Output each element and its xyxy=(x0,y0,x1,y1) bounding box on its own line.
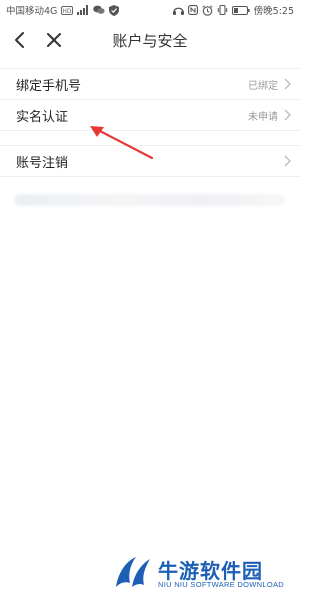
battery-icon xyxy=(231,5,250,15)
hd-label: HD xyxy=(63,8,73,15)
status-left: 中国移动4G HD xyxy=(6,3,120,17)
settings-row-label: 账号注销 xyxy=(16,155,69,171)
signal-icon xyxy=(77,5,89,15)
vibrate-icon xyxy=(217,5,228,15)
page-title: 账户与安全 xyxy=(112,31,188,50)
chevron-right-icon xyxy=(284,78,291,90)
settings-row-status: 未申请 xyxy=(248,111,278,123)
hd-icon: HD xyxy=(61,5,74,15)
shield-icon xyxy=(109,4,120,16)
settings-row-bind-phone[interactable]: 绑定手机号 已绑定 xyxy=(0,68,300,99)
alarm-icon xyxy=(202,4,213,16)
annotation-arrow-icon xyxy=(90,126,154,160)
headset-icon xyxy=(172,5,184,15)
watermark-subtitle: NIU NIU SOFTWARE DOWNLOAD xyxy=(158,580,284,589)
settings-row-label: 绑定手机号 xyxy=(16,78,82,94)
nav-header: 账户与安全 xyxy=(0,20,300,60)
settings-row-label: 实名认证 xyxy=(16,109,69,125)
status-time: 傍晚5:25 xyxy=(253,6,294,17)
watermark-logo-icon xyxy=(116,557,150,587)
close-icon[interactable] xyxy=(44,30,64,50)
chevron-right-icon xyxy=(284,109,291,121)
chevron-left-icon[interactable] xyxy=(10,30,30,50)
status-bar: 中国移动4G HD 傍晚5:25 xyxy=(0,0,300,20)
carrier-label: 中国移动4G xyxy=(6,6,58,17)
nfc-icon xyxy=(187,5,198,15)
blurred-text-placeholder xyxy=(14,194,286,206)
settings-row-status: 已绑定 xyxy=(248,80,278,92)
watermark: 牛游软件园 NIU NIU SOFTWARE DOWNLOAD xyxy=(112,553,294,597)
chevron-right-icon xyxy=(284,155,291,167)
wechat-icon xyxy=(93,5,106,15)
status-right: 傍晚5:25 xyxy=(172,3,294,17)
